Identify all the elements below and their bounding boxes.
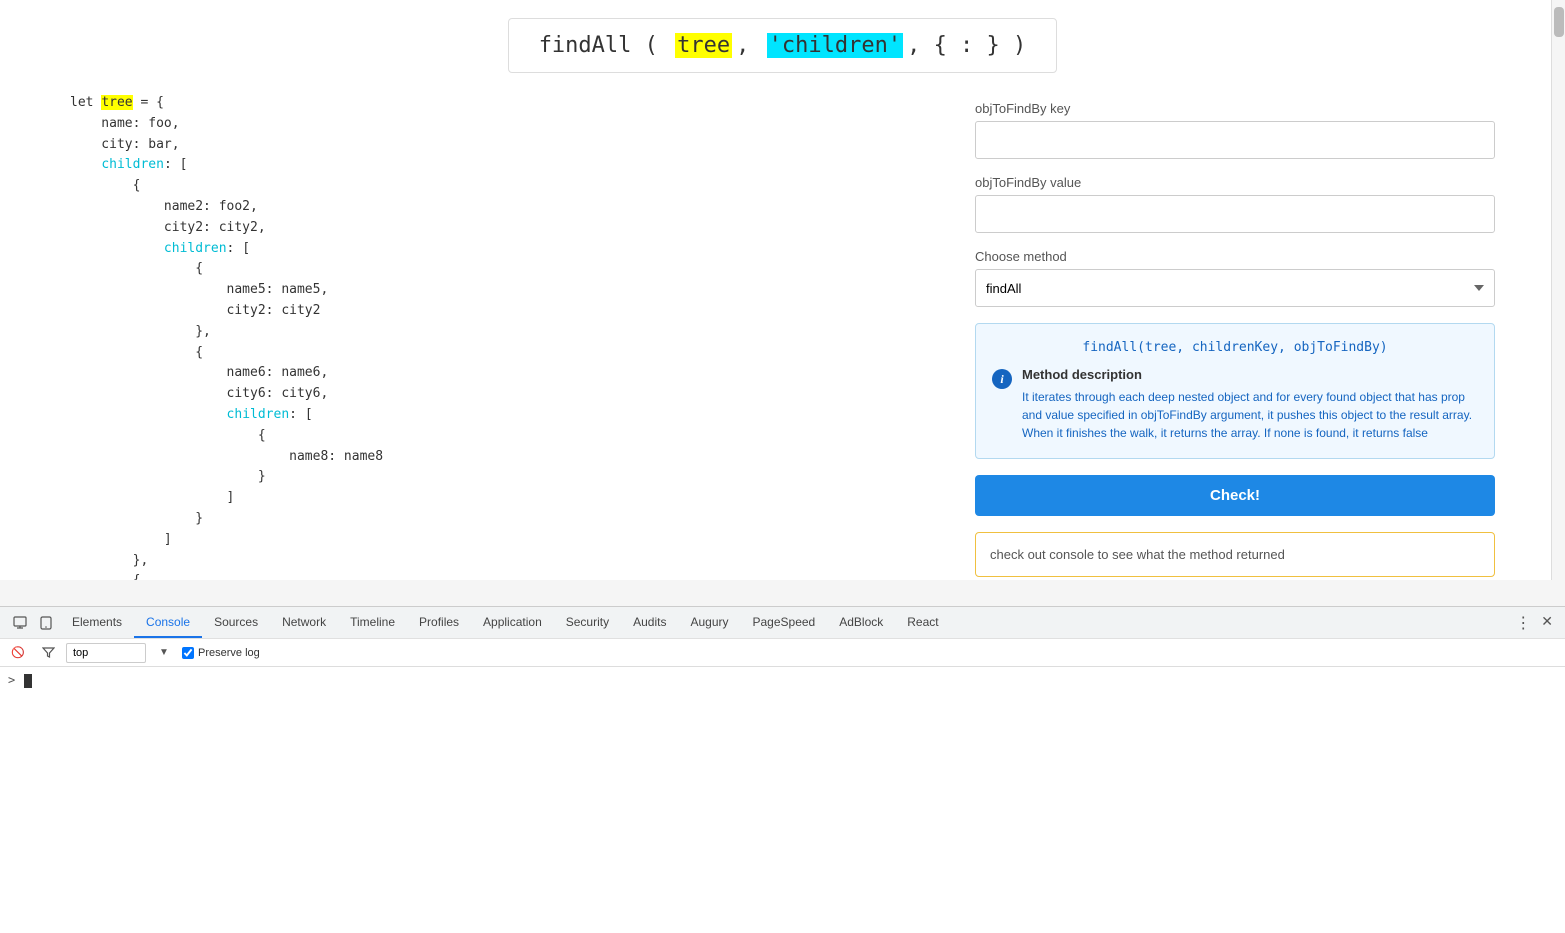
preserve-log-text: Preserve log: [198, 647, 260, 659]
tab-adblock[interactable]: AdBlock: [827, 607, 895, 638]
code-line: name6: name6,: [70, 363, 935, 384]
header-code-box: findAll ( tree , 'children' , { : } ): [508, 18, 1058, 73]
code-line: ]: [70, 488, 935, 509]
device-icon[interactable]: [34, 611, 58, 635]
value-form-group: objToFindBy value: [975, 175, 1495, 233]
tab-profiles[interactable]: Profiles: [407, 607, 471, 638]
preserve-log-label[interactable]: Preserve log: [182, 647, 260, 659]
code-line: children: [: [70, 239, 935, 260]
code-line: {: [70, 259, 935, 280]
code-line: },: [70, 322, 935, 343]
code-line: {: [70, 426, 935, 447]
tab-react[interactable]: React: [895, 607, 950, 638]
method-form-group: Choose method findAll findFirst findPare…: [975, 249, 1495, 307]
code-line: let tree = {: [70, 93, 935, 114]
info-icon: i: [992, 369, 1012, 389]
devtools-tabs: Elements Console Sources Network Timelin…: [60, 607, 1509, 638]
code-line: {: [70, 571, 935, 580]
code-line: city6: city6,: [70, 384, 935, 405]
filter-dropdown-icon[interactable]: ▼: [152, 641, 176, 665]
method-desc-content: Method description It iterates through e…: [1022, 367, 1478, 442]
code-line: }: [70, 467, 935, 488]
method-desc-text: It iterates through each deep nested obj…: [1022, 388, 1478, 442]
clear-console-icon[interactable]: 🚫: [6, 641, 30, 665]
code-line: ]: [70, 530, 935, 551]
code-line: city2: city2,: [70, 218, 935, 239]
code-comma1: ,: [736, 33, 763, 58]
method-desc-title: Method description: [1022, 367, 1478, 382]
code-line: }: [70, 509, 935, 530]
code-children-highlight: 'children': [767, 33, 903, 58]
code-line: name2: foo2,: [70, 197, 935, 218]
code-line: children: [: [70, 155, 935, 176]
code-line: children: [: [70, 405, 935, 426]
code-line: city: bar,: [70, 135, 935, 156]
scrollbar-thumb[interactable]: [1554, 7, 1564, 37]
tab-augury[interactable]: Augury: [678, 607, 740, 638]
method-signature: findAll(tree, childrenKey, objToFindBy): [992, 340, 1478, 355]
console-cursor: [24, 674, 32, 688]
console-toolbar: 🚫 ▼ Preserve log: [0, 638, 1565, 666]
check-button[interactable]: Check!: [975, 475, 1495, 516]
code-line: },: [70, 551, 935, 572]
tab-elements[interactable]: Elements: [60, 607, 134, 638]
main-content: findAll ( tree , 'children' , { : } ) le…: [0, 0, 1565, 580]
method-select-wrapper: findAll findFirst findParent: [975, 269, 1495, 307]
tab-timeline[interactable]: Timeline: [338, 607, 407, 638]
method-select[interactable]: findAll findFirst findParent: [975, 269, 1495, 307]
console-content: >: [0, 666, 1565, 933]
code-rest: , { : } ): [907, 33, 1026, 58]
tab-network[interactable]: Network: [270, 607, 338, 638]
value-input[interactable]: [975, 195, 1495, 233]
value-label: objToFindBy value: [975, 175, 1495, 190]
more-options-icon[interactable]: ⋮: [1511, 613, 1535, 633]
code-findall: findAll (: [539, 33, 671, 58]
scrollbar[interactable]: [1551, 0, 1565, 580]
tab-audits[interactable]: Audits: [621, 607, 678, 638]
devtools-right-icons: ⋮ ✕: [1511, 613, 1557, 633]
code-tree-highlight: tree: [675, 33, 732, 58]
tab-security[interactable]: Security: [554, 607, 621, 638]
code-line: name: foo,: [70, 114, 935, 135]
tab-pagespeed[interactable]: PageSpeed: [741, 607, 828, 638]
code-line: city2: city2: [70, 301, 935, 322]
tab-console[interactable]: Console: [134, 607, 202, 638]
method-desc-header: i Method description It iterates through…: [992, 367, 1478, 442]
console-prompt: >: [8, 673, 32, 688]
key-input[interactable]: [975, 121, 1495, 159]
devtools-bar: Elements Console Sources Network Timelin…: [0, 606, 1565, 638]
filter-icon[interactable]: [36, 641, 60, 665]
key-label: objToFindBy key: [975, 101, 1495, 116]
header-bar: findAll ( tree , 'children' , { : } ): [0, 0, 1565, 93]
code-line: name5: name5,: [70, 280, 935, 301]
method-label: Choose method: [975, 249, 1495, 264]
result-box: check out console to see what the method…: [975, 532, 1495, 577]
close-devtools-icon[interactable]: ✕: [1537, 613, 1557, 633]
code-section: let tree = { name: foo, city: bar, child…: [70, 93, 935, 580]
code-line: name8: name8: [70, 447, 935, 468]
tab-application[interactable]: Application: [471, 607, 554, 638]
inspect-icon[interactable]: [8, 611, 32, 635]
key-form-group: objToFindBy key: [975, 101, 1495, 159]
content-panel: let tree = { name: foo, city: bar, child…: [70, 93, 1495, 580]
tab-sources[interactable]: Sources: [202, 607, 270, 638]
right-panel: objToFindBy key objToFindBy value Choose…: [975, 93, 1495, 580]
console-filter-input[interactable]: [66, 643, 146, 663]
method-info-box: findAll(tree, childrenKey, objToFindBy) …: [975, 323, 1495, 459]
code-line: {: [70, 176, 935, 197]
result-text: check out console to see what the method…: [990, 547, 1285, 562]
code-line: {: [70, 343, 935, 364]
preserve-log-checkbox[interactable]: [182, 647, 194, 659]
